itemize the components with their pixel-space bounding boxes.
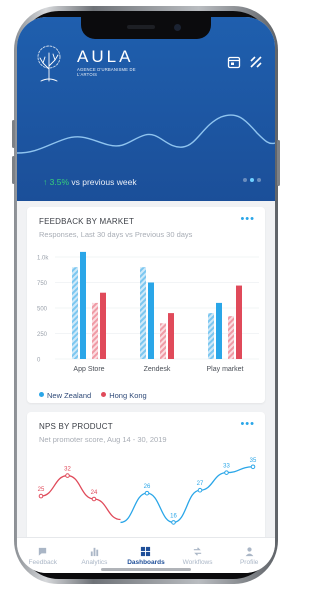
y-tick-label: 750 <box>37 281 48 287</box>
nps-data-label: 26 <box>144 484 151 490</box>
legend-dot <box>39 392 44 397</box>
pager-dots[interactable] <box>243 178 261 182</box>
legend-label: New Zealand <box>47 391 92 400</box>
nps-data-label: 16 <box>170 513 177 519</box>
nps-data-point[interactable] <box>197 487 203 493</box>
nps-data-point[interactable] <box>224 470 229 475</box>
more-options-button[interactable]: ••• <box>240 213 255 225</box>
hero-sparkline <box>17 114 275 154</box>
nps-line-red <box>40 474 121 521</box>
tab-profile[interactable]: Profile <box>223 538 275 573</box>
bar-new-zealand-current[interactable] <box>80 251 86 359</box>
brand-name: AULA <box>77 47 134 66</box>
pager-dot-active[interactable] <box>250 178 254 182</box>
card-title: FEEDBACK BY MARKET <box>39 217 135 226</box>
card-title: NPS BY PRODUCT <box>39 422 113 431</box>
nps-data-point[interactable] <box>144 490 150 496</box>
brand-subtitle: AGENCE D'URBANISME DE L'ARTOIS <box>77 67 136 77</box>
grid-icon <box>141 546 151 556</box>
bar-new-zealand-current[interactable] <box>148 282 154 360</box>
bar-hong-kong-previous[interactable] <box>160 323 166 359</box>
tree-logo-icon <box>37 45 61 82</box>
bar-new-zealand-previous[interactable] <box>72 267 78 359</box>
compare-icon[interactable] <box>249 55 263 69</box>
nps-data-label: 25 <box>38 487 45 493</box>
bar-hong-kong-current[interactable] <box>236 285 242 359</box>
power-button <box>277 140 280 186</box>
app-screen: AULA AGENCE D'URBANISME DE L'ARTOIS ↑ 3.… <box>17 17 275 573</box>
person-icon <box>245 546 254 556</box>
bar-hong-kong-current[interactable] <box>168 313 174 359</box>
feedback-by-market-card: FEEDBACK BY MARKET Responses, Last 30 da… <box>27 207 265 403</box>
trend-percent: 3.5% <box>49 177 69 187</box>
bar-new-zealand-current[interactable] <box>216 302 222 359</box>
nps-data-label: 24 <box>91 490 98 496</box>
chat-icon <box>39 547 47 556</box>
y-tick-label: 250 <box>37 332 48 338</box>
nps-line-blue <box>120 466 254 524</box>
legend-item-hong-kong: Hong Kong <box>101 391 147 400</box>
feedback-bar-chart: 1.0k 750 500 250 0 App Store Zendesk Play marke… <box>37 251 259 373</box>
trend-text: vs previous week <box>71 177 137 187</box>
y-tick-label: 1.0k <box>37 256 49 262</box>
arrow-up-icon: ↑ <box>43 177 48 187</box>
x-category-label: Play market <box>207 366 244 373</box>
camera <box>174 24 181 31</box>
card-subtitle: Net promoter score, Aug 14 - 30, 2019 <box>39 435 167 444</box>
tab-label: Workflows <box>182 558 213 566</box>
nps-by-product-card: NPS BY PRODUCT Net promoter score, Aug 1… <box>27 412 265 542</box>
tab-label: Analytics <box>81 558 108 566</box>
workflow-icon <box>193 546 202 556</box>
legend-item-new-zealand: New Zealand <box>39 391 91 400</box>
pager-dot[interactable] <box>257 178 261 182</box>
tab-label: Feedback <box>28 558 58 566</box>
bar-chart-icon <box>90 547 99 556</box>
bar-new-zealand-previous[interactable] <box>140 267 146 359</box>
nps-line-chart: 25 32 24 26 16 27 33 35 <box>38 458 257 525</box>
volume-up-button <box>12 120 15 148</box>
tab-label: Dashboards <box>127 558 165 566</box>
home-indicator <box>101 568 191 571</box>
card-subtitle: Responses, Last 30 days vs Previous 30 d… <box>39 230 193 239</box>
nps-data-label: 27 <box>197 481 204 487</box>
y-tick-label: 500 <box>37 307 48 313</box>
hero-panel: AULA AGENCE D'URBANISME DE L'ARTOIS ↑ 3.… <box>17 17 275 201</box>
nps-data-point[interactable] <box>250 464 256 470</box>
nps-data-point[interactable] <box>65 473 70 478</box>
trend-summary: ↑ 3.5% vs previous week <box>43 177 137 187</box>
volume-down-button <box>12 156 15 184</box>
y-tick-label: 0 <box>37 358 41 364</box>
chart-legend: New Zealand Hong Kong <box>39 391 147 400</box>
bar-hong-kong-previous[interactable] <box>92 302 98 359</box>
nps-data-label: 33 <box>223 464 230 470</box>
notch <box>81 17 211 39</box>
nps-data-point[interactable] <box>91 496 97 502</box>
tab-feedback[interactable]: Feedback <box>17 538 69 573</box>
legend-dot <box>101 392 107 397</box>
pager-dot[interactable] <box>243 178 247 182</box>
bar-hong-kong-previous[interactable] <box>228 316 234 359</box>
x-category-label: Zendesk <box>144 366 171 373</box>
nps-data-point[interactable] <box>171 520 176 525</box>
nps-data-label: 32 <box>64 467 71 473</box>
more-options-button[interactable]: ••• <box>240 418 255 430</box>
bar-new-zealand-previous[interactable] <box>208 313 214 359</box>
tab-label: Profile <box>239 558 259 566</box>
stage: AULA AGENCE D'URBANISME DE L'ARTOIS ↑ 3.… <box>0 0 292 590</box>
legend-label: Hong Kong <box>109 391 147 400</box>
x-category-label: App Store <box>73 366 104 373</box>
calendar-icon[interactable] <box>227 55 241 69</box>
bar-hong-kong-current[interactable] <box>100 292 106 359</box>
nps-data-label: 35 <box>250 458 257 464</box>
speaker <box>127 25 155 29</box>
nps-data-point[interactable] <box>38 493 44 499</box>
